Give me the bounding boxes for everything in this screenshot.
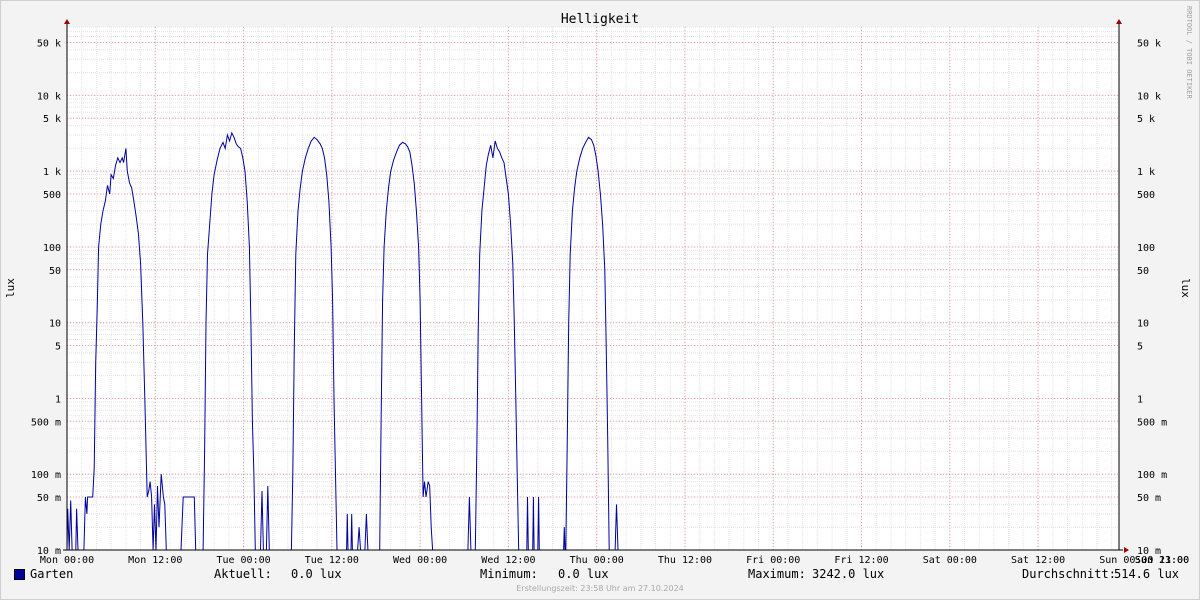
stat-maximum-value: 3242.0 lux [812, 567, 885, 581]
y-axis-labels-right: 10 m50 m100 m500 m1510501005001 k5 k10 k… [1137, 38, 1167, 557]
y-axis-title-right: lux [1179, 278, 1192, 298]
y-tick-label-right: 10 k [1137, 91, 1161, 102]
x-tick-label: Fri 12:00 [834, 555, 888, 566]
stat-minimum-value: 0.0 lux [558, 567, 609, 581]
y-axis-arrow-right [1116, 19, 1122, 24]
y-tick-label-left: 500 [43, 190, 61, 201]
x-tick-label: Fri 00:00 [746, 555, 800, 566]
y-tick-label-left: 5 [55, 342, 61, 353]
y-tick-label-right: 100 [1137, 243, 1155, 254]
x-tick-label: Tue 12:00 [305, 555, 359, 566]
legend-label: Garten [30, 567, 74, 581]
y-tick-label-right: 50 m [1137, 493, 1161, 504]
y-tick-label-left: 50 [49, 266, 61, 277]
y-tick-label-right: 500 m [1137, 417, 1167, 428]
y-tick-label-right: 10 [1137, 319, 1149, 330]
y-axis-labels-left: 10 m50 m100 m500 m1510501005001 k5 k10 k… [31, 38, 61, 557]
y-tick-label-left: 100 [43, 243, 61, 254]
y-tick-label-right: 5 k [1137, 114, 1155, 125]
x-tick-label: Mon 00:00 [40, 555, 94, 566]
chart-canvas: 10 m50 m100 m500 m1510501005001 k5 k10 k… [4, 6, 1193, 566]
y-tick-label-right: 1 k [1137, 167, 1155, 178]
y-tick-label-right: 500 [1137, 190, 1155, 201]
y-axis-arrow-left [64, 19, 70, 24]
stat-average-value: 514.6 lux [1114, 567, 1180, 581]
x-tick-label: Mon 12:00 [128, 555, 182, 566]
x-tick-label: Thu 12:00 [658, 555, 712, 566]
y-tick-label-left: 5 k [43, 114, 61, 125]
stat-minimum-label: Minimum: [480, 567, 538, 581]
y-tick-label-right: 100 m [1137, 470, 1167, 481]
y-tick-label-left: 1 k [43, 167, 61, 178]
y-tick-label-left: 1 [55, 394, 61, 405]
x-tick-label: Wed 12:00 [481, 555, 535, 566]
rrdtool-watermark: RRDTOOL / TOBI OETIKER [1185, 6, 1193, 100]
x-tick-label: Sun 23:00 [1135, 555, 1189, 566]
x-tick-label: Sat 00:00 [923, 555, 977, 566]
y-tick-label-right: 50 k [1137, 38, 1161, 49]
x-tick-label: Tue 00:00 [216, 555, 270, 566]
y-tick-label-left: 100 m [31, 470, 61, 481]
x-axis-arrow [1124, 547, 1129, 553]
y-tick-label-left: 500 m [31, 417, 61, 428]
y-tick-label-left: 10 k [37, 91, 61, 102]
y-tick-label-left: 50 k [37, 38, 61, 49]
chart-title: Helligkeit [561, 12, 639, 27]
y-tick-label-left: 10 [49, 319, 61, 330]
legend-swatch-garten [14, 569, 25, 580]
y-axis-title-left: lux [4, 278, 17, 298]
stat-average-label: Durchschnitt: [1022, 567, 1116, 581]
y-tick-label-right: 5 [1137, 342, 1143, 353]
y-tick-label-right: 1 [1137, 394, 1143, 405]
stat-aktuell-value: 0.0 lux [291, 567, 342, 581]
stat-maximum-label: Maximum: [748, 567, 806, 581]
x-tick-label: Thu 00:00 [570, 555, 624, 566]
x-tick-label: Wed 00:00 [393, 555, 447, 566]
x-axis-labels: Mon 00:00 Mon 12:00 Tue 00:00 Tue 12:00 Wed … [40, 555, 1189, 566]
x-tick-label: Sat 12:00 [1011, 555, 1065, 566]
creation-timestamp: Erstellungszeit: 23:58 Uhr am 27.10.2024 [516, 584, 684, 593]
y-tick-label-right: 50 [1137, 266, 1149, 277]
plot-area [67, 27, 1119, 550]
stat-aktuell-label: Aktuell: [214, 567, 272, 581]
y-tick-label-left: 50 m [37, 493, 61, 504]
